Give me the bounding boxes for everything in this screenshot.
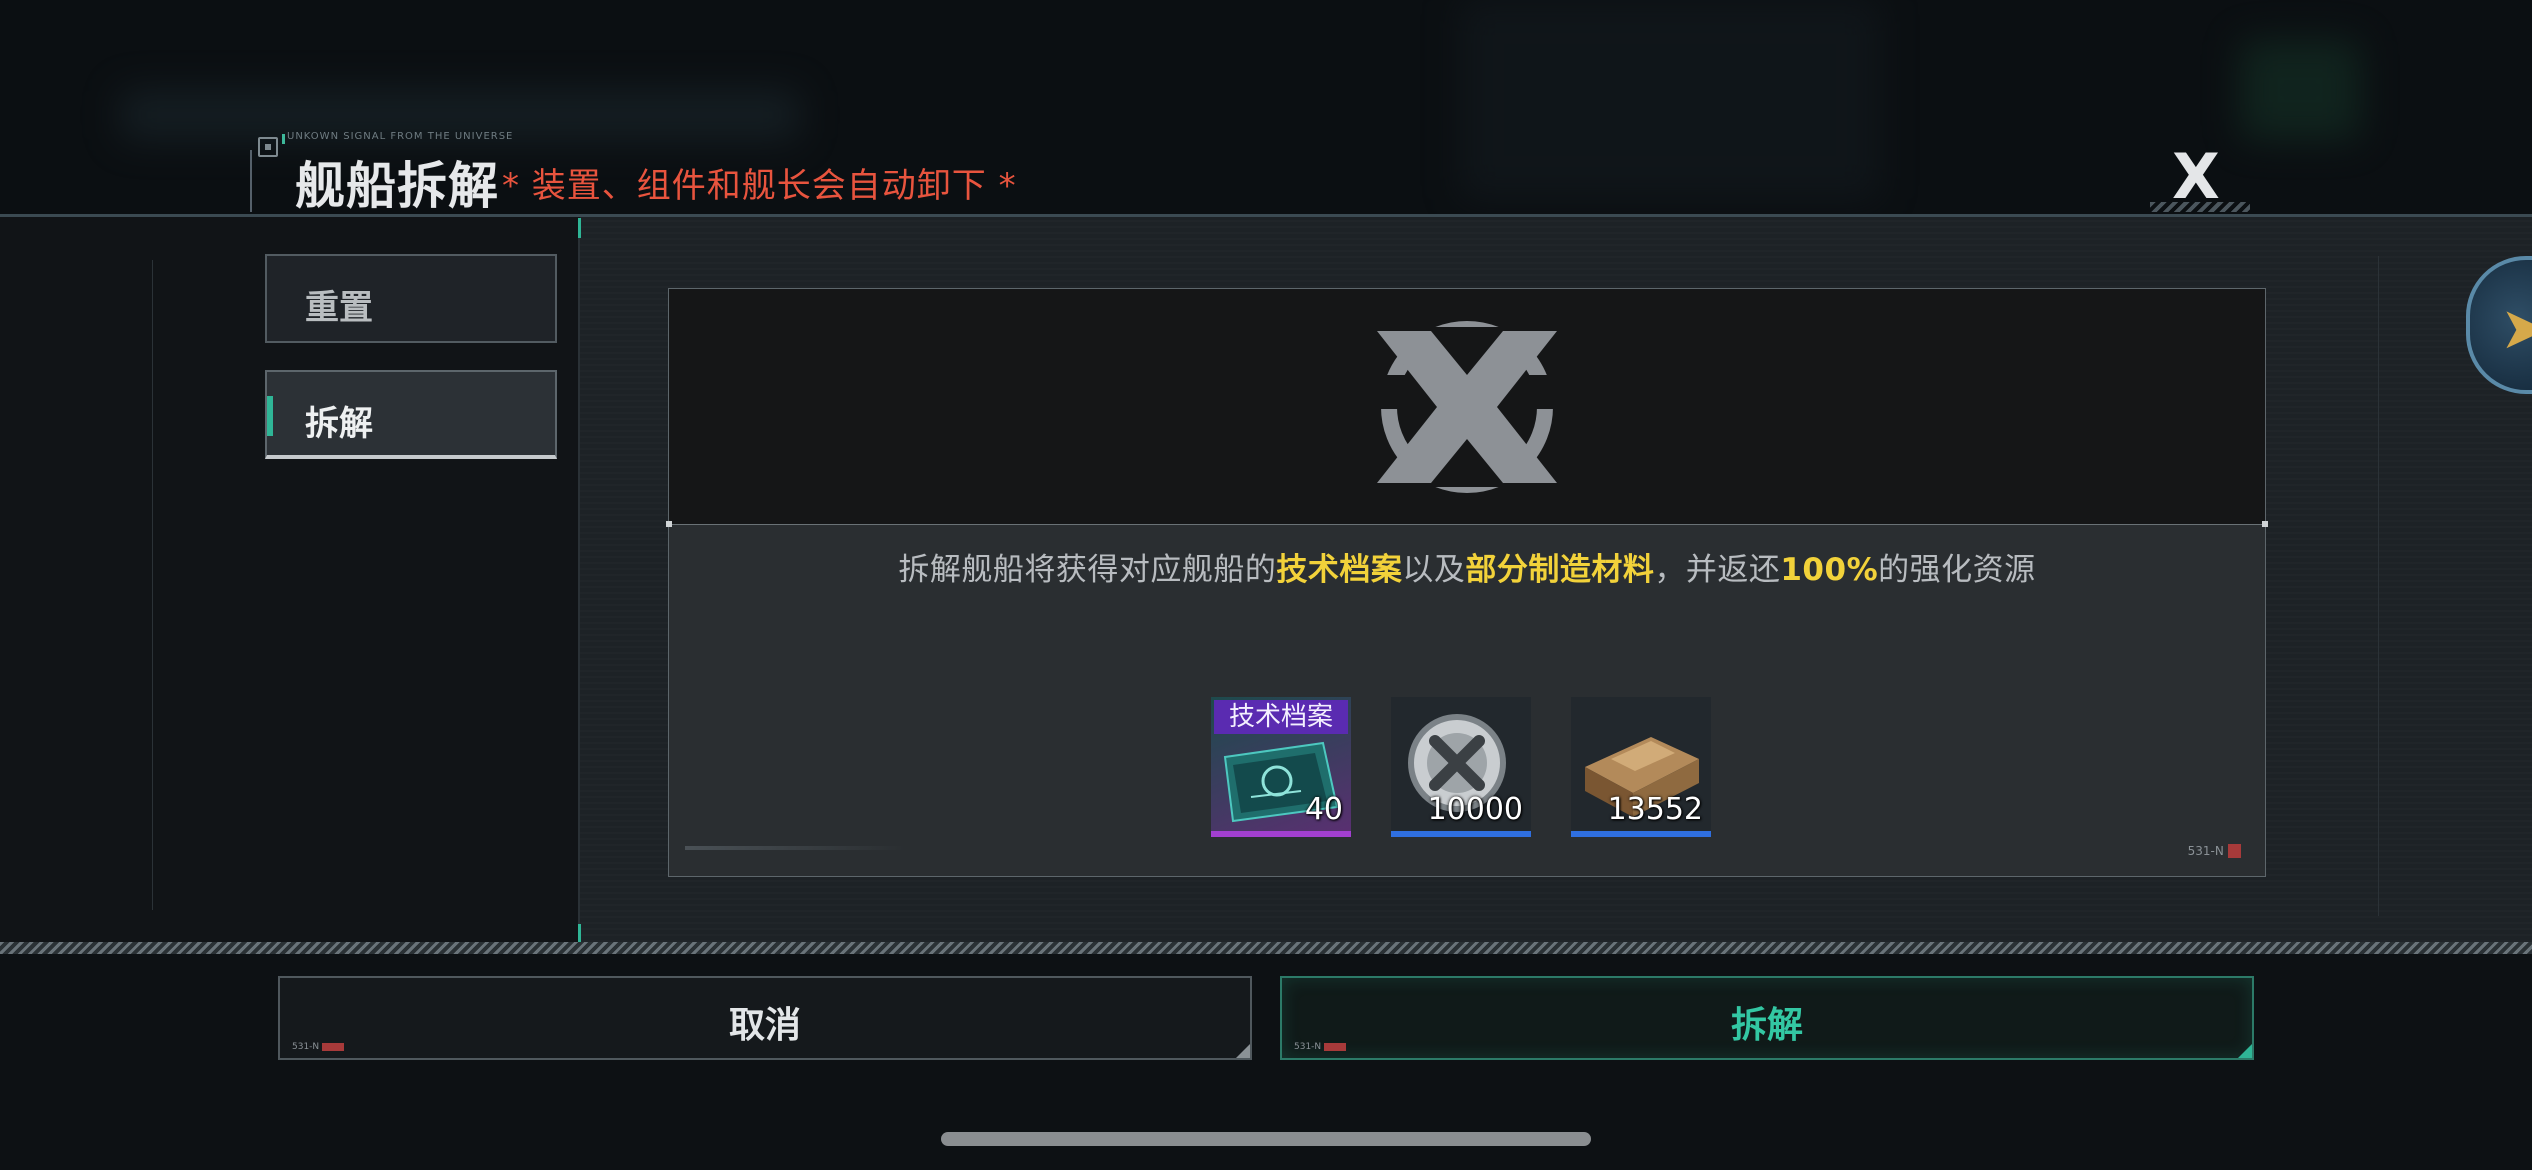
- cancel-code-text: 531-N: [292, 1042, 320, 1052]
- header: UNKOWN SIGNAL FROM THE UNIVERSE 舰船拆解 * 装…: [0, 0, 2532, 216]
- cancel-button-code: 531-N: [292, 1042, 345, 1052]
- rarity-bar: [1571, 831, 1711, 837]
- rarity-bar: [1211, 831, 1351, 837]
- page-title: 舰船拆解: [295, 157, 499, 215]
- bird-emblem-icon: ➤: [2500, 294, 2532, 362]
- reward-credits[interactable]: 10000: [1391, 697, 1531, 837]
- close-button[interactable]: X: [2150, 140, 2250, 220]
- confirm-code-text: 531-N: [1294, 1042, 1322, 1052]
- desc-text-3: ，并返还: [1654, 552, 1781, 588]
- desc-text-4: 的强化资源: [1878, 552, 2036, 588]
- card-code-badge: [2227, 844, 2241, 858]
- side-menu-edge: [578, 222, 580, 942]
- active-tab-indicator: [267, 396, 273, 436]
- reward-quantity: 40: [1304, 792, 1343, 827]
- side-menu-accent-bottom: [578, 924, 581, 942]
- card-footer-code: 531-N: [2188, 844, 2241, 858]
- signal-text: UNKOWN SIGNAL FROM THE UNIVERSE: [287, 131, 514, 142]
- side-menu-accent-top: [578, 218, 581, 238]
- reward-quantity: 13552: [1607, 792, 1703, 827]
- disassemble-emblem-icon: [1369, 321, 1565, 493]
- button-corner: [1236, 1044, 1250, 1058]
- cancel-button-label: 取消: [728, 1005, 801, 1046]
- close-hatch: [2150, 202, 2250, 212]
- signal-bar: [282, 134, 285, 144]
- confirm-button-code: 531-N: [1294, 1042, 1347, 1052]
- reward-quantity: 10000: [1427, 792, 1523, 827]
- auto-unequip-warning: * 装置、组件和舰长会自动卸下 *: [502, 166, 1017, 206]
- guide-line-right: [2378, 256, 2379, 916]
- tab-disassemble-label: 拆解: [305, 404, 373, 444]
- disassemble-description: 拆解舰船将获得对应舰船的技术档案以及部分制造材料，并返还100%的强化资源: [669, 544, 2265, 589]
- confirm-button-label: 拆解: [1730, 1005, 1803, 1046]
- reward-tech-archive[interactable]: 技术档案 40: [1211, 697, 1351, 837]
- desc-text-1: 拆解舰船将获得对应舰船的: [898, 552, 1277, 588]
- card-code-text: 531-N: [2187, 844, 2224, 858]
- card-footer-decoration: [685, 846, 905, 850]
- cancel-code-badge: [322, 1042, 345, 1051]
- card-corner-left: [666, 521, 672, 527]
- tab-reset[interactable]: 重置: [265, 254, 557, 343]
- card-corner-right: [2262, 521, 2268, 527]
- tab-reset-label: 重置: [305, 288, 373, 328]
- confirm-code-badge: [1324, 1042, 1347, 1051]
- desc-text-2: 以及: [1402, 552, 1466, 588]
- disassemble-card: 拆解舰船将获得对应舰船的技术档案以及部分制造材料，并返还100%的强化资源 技术…: [666, 288, 2268, 877]
- disassemble-confirm-button[interactable]: 拆解 531-N: [1280, 976, 2254, 1060]
- reward-materials[interactable]: 13552: [1571, 697, 1711, 837]
- desc-highlight-percent: 100%: [1780, 552, 1879, 588]
- bottom-hatch-strip: [0, 942, 2532, 954]
- title-bracket: [250, 150, 258, 212]
- desc-highlight-archive: 技术档案: [1276, 552, 1403, 588]
- tab-disassemble[interactable]: 拆解: [265, 370, 557, 459]
- crosshair-icon: [258, 137, 278, 157]
- cancel-button[interactable]: 取消 531-N: [278, 976, 1252, 1060]
- home-indicator[interactable]: [941, 1132, 1591, 1146]
- emblem-area: [669, 289, 2265, 525]
- guide-line-left: [152, 260, 153, 910]
- button-corner: [2238, 1044, 2252, 1058]
- tech-archive-tag: 技术档案: [1214, 700, 1348, 734]
- rarity-bar: [1391, 831, 1531, 837]
- desc-highlight-materials: 部分制造材料: [1465, 552, 1655, 588]
